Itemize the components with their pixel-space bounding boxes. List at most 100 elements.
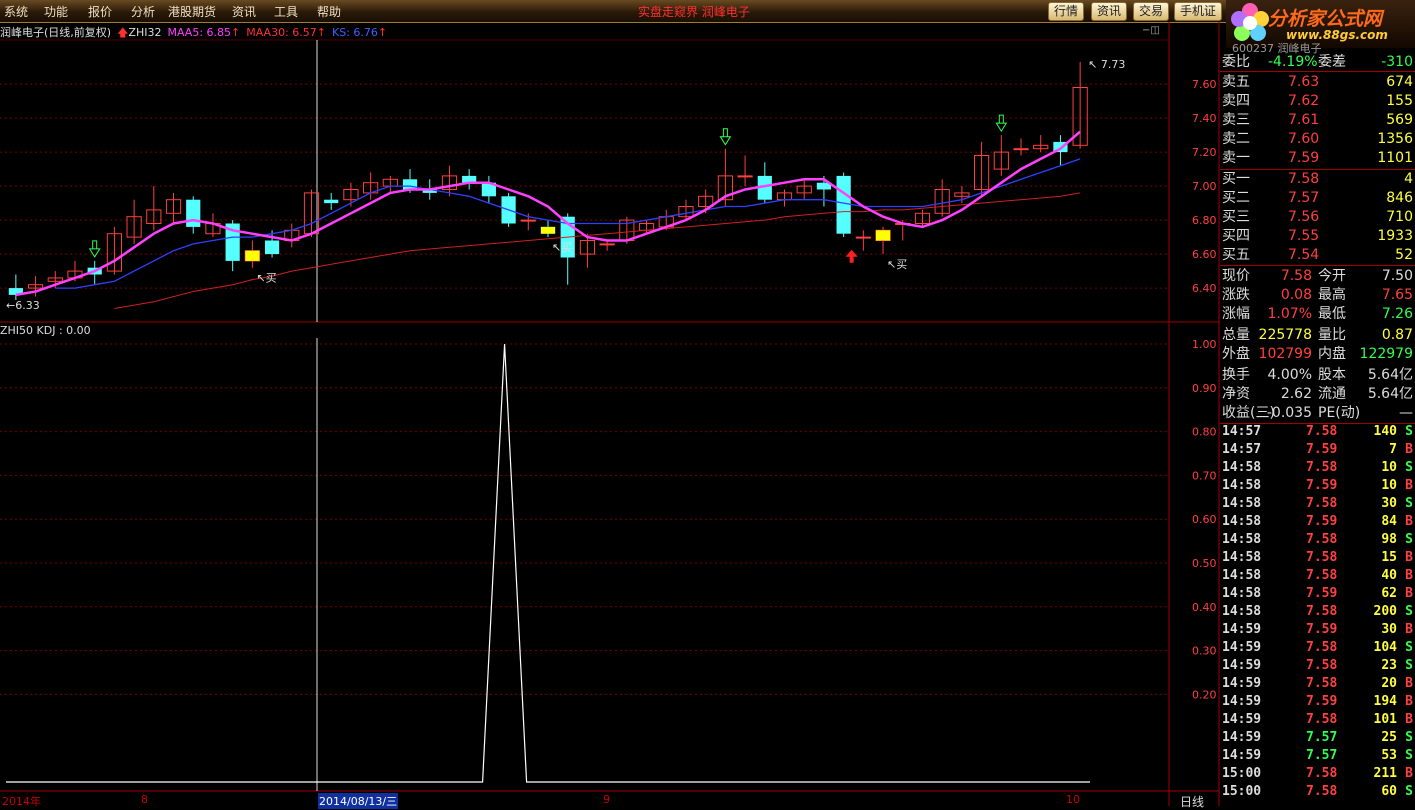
maa30-value: MAA30: 6.57 (246, 26, 317, 39)
tick-time: 14:59 (1222, 676, 1262, 691)
tick-side: S (1405, 748, 1413, 763)
tick-side: B (1405, 568, 1413, 583)
quote-volume: 846 (1386, 190, 1413, 206)
tick-row[interactable]: 14:59 7.59 30 B (1220, 621, 1415, 639)
candle-body (954, 192, 970, 197)
tick-row[interactable]: 14:59 7.57 53 S (1220, 747, 1415, 765)
quote-price: 7.60 (1288, 131, 1320, 147)
tick-row[interactable]: 14:58 7.58 40 B (1220, 567, 1415, 585)
window-title: 实盘走窥界 润峰电子 (638, 5, 750, 19)
stat-label: 今开 (1318, 268, 1346, 284)
toolbar-news-button[interactable]: 资讯 (1091, 2, 1128, 21)
candle-body (855, 236, 871, 239)
stat-label: 最低 (1318, 306, 1346, 322)
kdj-tick-label: 0.60 (1192, 513, 1217, 526)
tick-price: 7.58 (1306, 550, 1338, 565)
x-axis-oct: 10 (1066, 793, 1080, 806)
tick-row[interactable]: 14:58 7.58 30 S (1220, 495, 1415, 513)
stat-label: 涨幅 (1222, 306, 1250, 322)
menu-system[interactable]: 系统 (4, 3, 28, 20)
buy-signal-candle (245, 250, 260, 261)
tick-row[interactable]: 14:58 7.59 84 B (1220, 513, 1415, 531)
tick-row[interactable]: 14:59 7.58 23 S (1220, 657, 1415, 675)
tick-row[interactable]: 14:58 7.58 200 S (1220, 603, 1415, 621)
weibi-label: 委比 (1222, 54, 1250, 70)
menu-tools[interactable]: 工具 (274, 3, 298, 20)
toolbar-trade-button[interactable]: 交易 (1133, 2, 1170, 21)
tick-price: 7.57 (1306, 748, 1338, 763)
stat-value: 2.62 (1280, 386, 1312, 402)
menu-function[interactable]: 功能 (44, 3, 68, 20)
tick-price: 7.58 (1306, 424, 1338, 439)
tick-row[interactable]: 14:58 7.59 10 B (1220, 477, 1415, 495)
period-daily-tab[interactable]: 日线 (1180, 793, 1204, 810)
x-axis-aug: 8 (141, 793, 148, 806)
tick-row[interactable]: 14:58 7.58 15 B (1220, 549, 1415, 567)
tick-row[interactable]: 14:58 7.58 98 S (1220, 531, 1415, 549)
stat-label: 净资 (1222, 386, 1250, 402)
tick-time: 14:57 (1222, 424, 1262, 439)
price-tick-label: 7.40 (1192, 112, 1217, 125)
quote-label: 卖四 (1222, 93, 1250, 109)
quote-volume: 1933 (1377, 228, 1413, 244)
stat-label: 总量 (1222, 327, 1250, 343)
panel-separator (1220, 423, 1415, 424)
tick-row[interactable]: 14:58 7.58 10 S (1220, 459, 1415, 477)
toolbar-quote-button[interactable]: 行情 (1048, 2, 1085, 21)
quote-label: 买五 (1222, 247, 1250, 263)
tick-time: 14:57 (1222, 442, 1262, 457)
tick-row[interactable]: 14:59 7.57 25 S (1220, 729, 1415, 747)
panel-separator (1220, 265, 1415, 266)
ma5-line (15, 130, 1081, 297)
quote-label: 卖三 (1222, 112, 1250, 128)
stat-value: 5.64亿 (1367, 367, 1413, 383)
indicator-zhi32[interactable]: 🡅ZHI32 (117, 26, 161, 39)
price-tick-label: 7.60 (1192, 78, 1217, 91)
candle-body (501, 196, 516, 224)
tick-row[interactable]: 15:00 7.58 60 S (1220, 783, 1415, 801)
quote-price: 7.59 (1288, 150, 1320, 166)
tick-volume: 62 (1381, 586, 1397, 601)
candle-body (324, 199, 339, 204)
tick-price: 7.58 (1306, 784, 1338, 799)
tick-price: 7.58 (1306, 496, 1338, 511)
candle-body (363, 182, 379, 194)
tick-row[interactable]: 14:59 7.58 104 S (1220, 639, 1415, 657)
tick-price: 7.59 (1306, 514, 1338, 529)
menu-analysis[interactable]: 分析 (131, 3, 155, 20)
tick-side: B (1405, 622, 1413, 637)
candle-body (481, 182, 496, 197)
tick-row[interactable]: 15:00 7.58 211 B (1220, 765, 1415, 783)
tick-price: 7.59 (1306, 442, 1338, 457)
tick-time: 14:58 (1222, 460, 1262, 475)
candle-body (225, 223, 240, 261)
menu-hk-futures[interactable]: 港股期货 (168, 3, 216, 20)
tick-row[interactable]: 14:57 7.58 140 S (1220, 423, 1415, 441)
tick-row[interactable]: 14:59 7.58 20 B (1220, 675, 1415, 693)
candle-body (776, 192, 793, 201)
tick-time: 14:58 (1222, 604, 1262, 619)
low-price-label: ←6.33 (6, 299, 40, 312)
tick-side: B (1405, 478, 1413, 493)
tick-row[interactable]: 14:59 7.58 101 B (1220, 711, 1415, 729)
kdj-tick-label: 0.30 (1192, 645, 1217, 658)
menu-help[interactable]: 帮助 (317, 3, 341, 20)
panel-minimize-icon[interactable]: −◫ (1142, 25, 1160, 36)
x-axis: 2014年 8 2014/08/13/三 9 10 (0, 792, 1170, 809)
toolbar-mobile-button[interactable]: 手机证 (1174, 2, 1223, 21)
candle-body (126, 216, 142, 238)
candle-body (540, 226, 556, 234)
tick-row[interactable]: 14:58 7.59 62 B (1220, 585, 1415, 603)
tick-list[interactable]: 14:57 7.58 140 S 14:57 7.59 7 B 14:58 7.58 10 S 14:5… (1220, 423, 1415, 801)
tick-time: 14:58 (1222, 514, 1262, 529)
tick-side: B (1405, 676, 1413, 691)
tick-time: 15:00 (1222, 766, 1262, 781)
stat-label: 换手 (1222, 367, 1250, 383)
tick-volume: 211 (1373, 766, 1397, 781)
logo-text: 分析家公式网 (1268, 8, 1383, 30)
tick-row[interactable]: 14:57 7.59 7 B (1220, 441, 1415, 459)
quote-label: 买一 (1222, 171, 1250, 187)
menu-news[interactable]: 资讯 (232, 3, 256, 20)
menu-quote[interactable]: 报价 (88, 3, 112, 20)
tick-row[interactable]: 14:59 7.59 194 B (1220, 693, 1415, 711)
